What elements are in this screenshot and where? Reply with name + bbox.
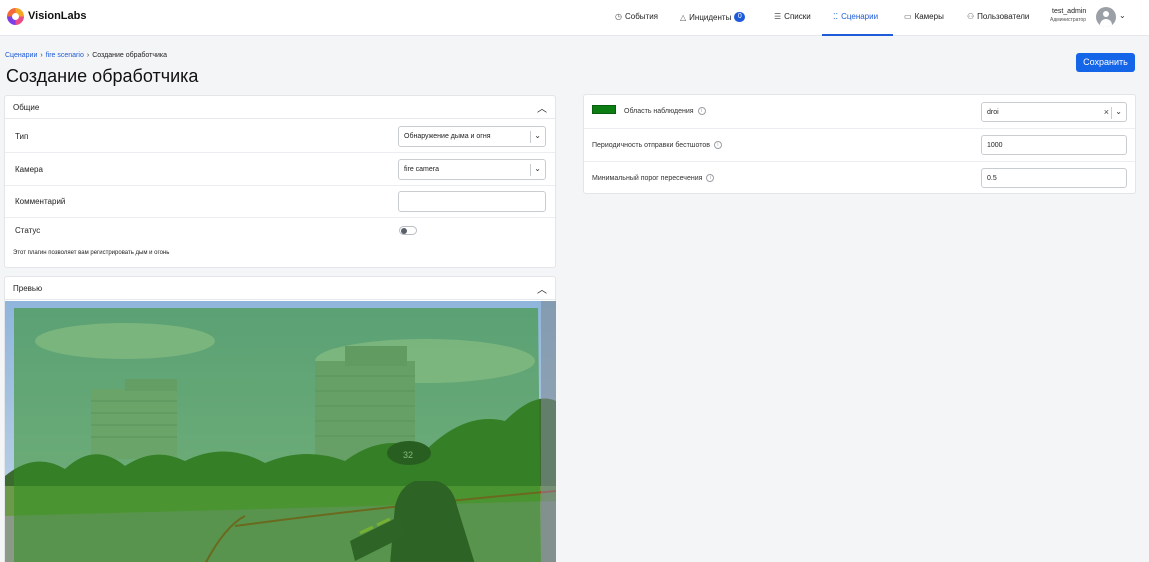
select-divider: [1111, 107, 1112, 119]
list-icon: ☰: [774, 12, 782, 21]
info-icon[interactable]: i: [697, 107, 706, 115]
nav-cameras-label: Камеры: [914, 12, 944, 21]
breadcrumb-fire-scenario[interactable]: fire scenario: [46, 52, 84, 59]
nav-scenarios-label: Сценарии: [841, 12, 879, 21]
active-tab-indicator: [822, 34, 893, 36]
threshold-label-group: Минимальный порог пересечения i: [592, 174, 715, 182]
comment-label: Комментарий: [15, 197, 66, 206]
general-card-header[interactable]: Общие ︿: [5, 96, 555, 119]
preview-card-header[interactable]: Превью ︿: [5, 277, 555, 300]
nav-incidents[interactable]: △ Инциденты 0: [680, 12, 746, 22]
page-title: Создание обработчика: [6, 66, 199, 86]
user-role: Администратор: [1050, 17, 1087, 23]
type-select-value: Обнаружение дыма и огня: [404, 133, 491, 140]
clock-icon: ◷: [615, 12, 622, 21]
threshold-input[interactable]: 0.5: [981, 168, 1127, 188]
breadcrumb-separator: ›: [40, 52, 43, 59]
user-name: test_admin: [1052, 8, 1087, 15]
chevron-up-icon[interactable]: ︿: [537, 281, 547, 296]
area-select-value: droi: [987, 109, 999, 116]
status-toggle[interactable]: [399, 226, 417, 235]
camera-preview[interactable]: 32: [5, 301, 556, 562]
chevron-down-icon[interactable]: ⌄: [1115, 107, 1122, 116]
select-divider: [530, 131, 531, 143]
camera-select[interactable]: fire camera ⌄: [398, 159, 546, 180]
status-label: Статус: [15, 226, 41, 235]
nav-scenarios[interactable]: ⁚⁚ Сценарии: [833, 12, 878, 21]
incidents-count-badge: 0: [734, 12, 746, 22]
nav-events-label: События: [624, 12, 659, 21]
camera-label: Камера: [15, 165, 43, 174]
breadcrumb-current: Создание обработчика: [92, 52, 168, 59]
info-icon[interactable]: i: [713, 141, 722, 149]
period-label: Периодичность отправки бестшотов: [592, 141, 710, 149]
type-row: Тип Обнаружение дыма и огня ⌄: [5, 120, 555, 153]
nav-users-label: Пользователи: [977, 12, 1030, 21]
nav-lists[interactable]: ☰ Списки: [774, 12, 811, 21]
save-button[interactable]: Сохранить: [1076, 53, 1135, 72]
camera-select-value: fire camera: [404, 166, 440, 173]
visionlabs-logo[interactable]: [7, 8, 24, 25]
nav-users[interactable]: ⚇ Пользователи: [967, 12, 1029, 21]
period-row: Периодичность отправки бестшотов i 1000: [584, 129, 1135, 162]
type-label: Тип: [15, 132, 29, 141]
area-color-swatch[interactable]: [592, 105, 616, 114]
threshold-row: Минимальный порог пересечения i 0.5: [584, 162, 1135, 194]
status-row: Статус: [5, 218, 555, 268]
camera-row: Камера fire camera ⌄: [5, 153, 555, 186]
plugin-description: Этот плагин позволяет вам регистрировать…: [13, 250, 170, 256]
settings-card: Область наблюдения i droi × ⌄ Периодично…: [583, 94, 1136, 194]
preview-card: Превью ︿: [4, 276, 556, 562]
period-input[interactable]: 1000: [981, 135, 1127, 155]
info-icon[interactable]: i: [706, 174, 715, 182]
chevron-down-icon[interactable]: ⌄: [534, 131, 541, 140]
user-avatar[interactable]: [1096, 7, 1116, 27]
comment-input[interactable]: [398, 191, 546, 212]
chevron-down-icon[interactable]: ⌄: [1119, 11, 1126, 20]
nav-events[interactable]: ◷ События: [615, 12, 658, 21]
camera-preview-image: 32: [5, 301, 556, 562]
close-icon[interactable]: ×: [1104, 107, 1109, 117]
breadcrumb: Сценарии › fire scenario › Создание обра…: [5, 52, 167, 59]
period-label-group: Периодичность отправки бестшотов i: [592, 141, 722, 149]
camera-icon: ▭: [904, 12, 912, 21]
top-header: VisionLabs ◷ События △ Инциденты 0 ☰ Спи…: [0, 0, 1149, 36]
nav-incidents-label: Инциденты: [689, 12, 732, 22]
preview-card-title: Превью: [13, 284, 43, 293]
nav-lists-label: Списки: [784, 12, 811, 21]
threshold-label: Минимальный порог пересечения: [592, 174, 703, 182]
select-divider: [530, 164, 531, 176]
breadcrumb-separator: ›: [86, 52, 90, 59]
users-icon: ⚇: [967, 12, 975, 21]
type-select[interactable]: Обнаружение дыма и огня ⌄: [398, 126, 546, 147]
chevron-up-icon[interactable]: ︿: [537, 100, 547, 115]
brand-name[interactable]: VisionLabs: [28, 10, 86, 22]
toggle-knob: [401, 228, 407, 234]
area-label-group: Область наблюдения i: [624, 107, 706, 115]
threshold-input-value: 0.5: [987, 175, 997, 182]
area-label: Область наблюдения: [624, 107, 694, 115]
warning-icon: △: [680, 12, 687, 22]
general-card: Общие ︿ Тип Обнаружение дыма и огня ⌄ Ка…: [4, 95, 556, 268]
nav-cameras[interactable]: ▭ Камеры: [904, 12, 944, 21]
general-card-title: Общие: [13, 103, 40, 112]
area-select[interactable]: droi × ⌄: [981, 102, 1127, 122]
comment-row: Комментарий: [5, 186, 555, 218]
scenario-icon: ⁚⁚: [833, 12, 839, 21]
chevron-down-icon[interactable]: ⌄: [534, 164, 541, 173]
breadcrumb-scenarios[interactable]: Сценарии: [5, 52, 37, 59]
period-input-value: 1000: [987, 142, 1003, 149]
area-row: Область наблюдения i droi × ⌄: [584, 95, 1135, 129]
